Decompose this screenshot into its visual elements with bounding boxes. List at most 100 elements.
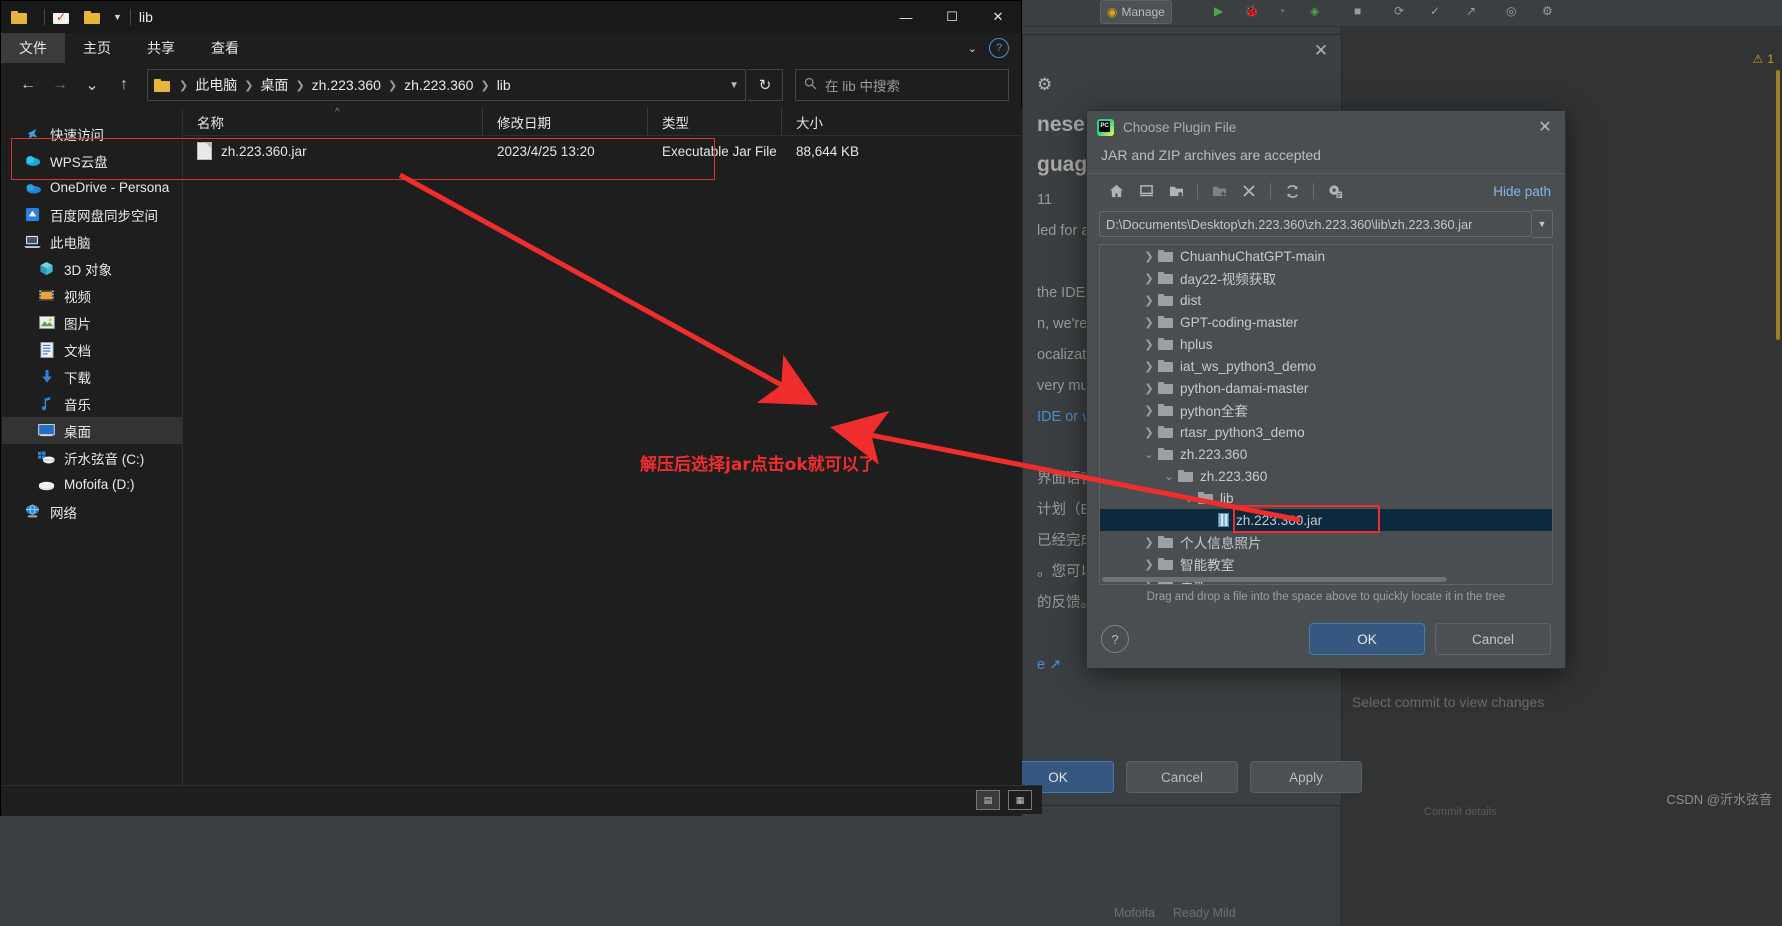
tree-row[interactable]: ❯ dist <box>1100 289 1552 311</box>
table-row[interactable]: zh.223.360.jar 2023/4/25 13:20 Executabl… <box>183 136 1022 166</box>
chevron-down-icon[interactable]: ⌄ <box>968 42 977 55</box>
debug-button[interactable]: 🐞 <box>1238 0 1265 22</box>
chevron-right-icon[interactable]: ❯ <box>1140 404 1158 417</box>
refresh-button[interactable]: ↻ <box>748 69 783 101</box>
chevron-right-icon[interactable]: ❯ <box>1140 360 1158 373</box>
settings-link2[interactable]: e ↗ <box>1037 657 1061 673</box>
tree-row[interactable]: ❯ rtasr_python3_demo <box>1100 421 1552 443</box>
chevron-right-icon[interactable]: ❯ <box>1140 558 1158 571</box>
git-commit-button[interactable]: ✓ <box>1424 0 1446 22</box>
chevron-right-icon[interactable]: ❯ <box>1140 426 1158 439</box>
tree-row[interactable]: ⌄ zh.223.360 <box>1100 443 1552 465</box>
breadcrumb[interactable]: ❯ 此电脑 ❯ 桌面 ❯ zh.223.360 ❯ zh.223.360 ❯ l… <box>147 69 746 101</box>
chevron-down-icon[interactable]: ⌄ <box>1180 492 1198 505</box>
sidebar-item-7[interactable]: 图片 <box>2 309 182 336</box>
tree-row[interactable]: ❯ ChuanhuChatGPT-main <box>1100 245 1552 267</box>
home-icon[interactable] <box>1101 178 1131 204</box>
sidebar-item-10[interactable]: 音乐 <box>2 390 182 417</box>
delete-icon[interactable] <box>1234 178 1264 204</box>
tree-row[interactable]: ❯ 个人信息照片 <box>1100 531 1552 553</box>
column-header-modified[interactable]: 修改日期 <box>483 108 648 135</box>
new-folder-icon[interactable] <box>1204 178 1234 204</box>
sidebar-item-13[interactable]: Mofoifa (D:) <box>2 471 182 498</box>
chevron-right-icon[interactable]: ❯ <box>1140 250 1158 263</box>
settings-cancel-button[interactable]: Cancel <box>1126 761 1238 793</box>
path-input[interactable]: D:\Documents\Desktop\zh.223.360\zh.223.3… <box>1099 211 1532 237</box>
maximize-button[interactable]: ☐ <box>929 1 975 33</box>
file-list-pane[interactable]: 名称 修改日期 类型 大小 ^ zh.223.360.jar 2023/4/25… <box>183 107 1022 816</box>
tab-home[interactable]: 主页 <box>65 33 129 63</box>
refresh-icon[interactable] <box>1277 178 1307 204</box>
chevron-right-icon[interactable]: ❯ <box>1140 382 1158 395</box>
tree-row[interactable]: ❯ 智能教室 <box>1100 553 1552 575</box>
large-icons-view-icon[interactable]: ▦ <box>1008 790 1032 810</box>
column-header-name[interactable]: 名称 <box>183 108 483 135</box>
chevron-right-icon[interactable]: ❯ <box>1140 536 1158 549</box>
sidebar-item-9[interactable]: 下载 <box>2 363 182 390</box>
tree-horizontal-scrollbar[interactable] <box>1100 575 1552 584</box>
chevron-down-icon[interactable]: ⌄ <box>1140 448 1158 461</box>
chevron-right-icon[interactable]: ❯ <box>1140 294 1158 307</box>
git-update-button[interactable]: ⟳ <box>1388 0 1410 22</box>
tab-view[interactable]: 查看 <box>193 33 257 63</box>
tree-row[interactable]: ⌄ lib <box>1100 487 1552 509</box>
close-button[interactable]: ✕ <box>975 1 1021 33</box>
sidebar-item-6[interactable]: 视频 <box>2 282 182 309</box>
details-view-icon[interactable]: ▤ <box>976 790 1000 810</box>
scrollbar-thumb[interactable] <box>1102 577 1447 582</box>
manage-button[interactable]: ◉ Manage <box>1100 0 1172 24</box>
hide-path-link[interactable]: Hide path <box>1493 184 1551 199</box>
breadcrumb-item[interactable]: zh.223.360 <box>312 77 381 93</box>
column-header-type[interactable]: 类型 <box>648 108 782 135</box>
tree-row-selected[interactable]: zh.223.360.jar <box>1100 509 1552 531</box>
coverage-button[interactable]: ◔ <box>1272 0 1291 22</box>
column-header-size[interactable]: 大小 <box>782 108 874 135</box>
sidebar-item-8[interactable]: 文档 <box>2 336 182 363</box>
back-icon[interactable]: ← <box>13 70 43 100</box>
navigation-pane[interactable]: 快速访问 WPS云盘 OneDrive - Persona 百度网盘同步空间 此电脑 3D… <box>2 108 183 816</box>
tree-row[interactable]: ❯ GPT-coding-master <box>1100 311 1552 333</box>
tree-row[interactable]: ⌄ zh.223.360 <box>1100 465 1552 487</box>
search-input[interactable]: 在 lib 中搜索 <box>795 69 1009 101</box>
sidebar-item-1[interactable]: WPS云盘 <box>2 147 182 174</box>
search-everywhere-button[interactable]: ◎ <box>1500 0 1522 22</box>
file-tree[interactable]: ❯ ChuanhuChatGPT-main ❯ day22-视频获取 ❯ dist ❯ GPT… <box>1099 244 1553 585</box>
settings-button[interactable]: ⚙ <box>1536 0 1559 22</box>
show-hidden-icon[interactable] <box>1320 178 1350 204</box>
chevron-right-icon[interactable]: ❯ <box>1140 316 1158 329</box>
gear-icon[interactable]: ⚙ <box>1037 75 1059 97</box>
help-button[interactable]: ? <box>1101 625 1129 653</box>
tree-row[interactable]: ❯ day22-视频获取 <box>1100 267 1552 289</box>
tree-row[interactable]: ❯ python全套 <box>1100 399 1552 421</box>
sidebar-item-0[interactable]: 快速访问 <box>2 120 182 147</box>
stop-button[interactable]: ■ <box>1348 0 1367 22</box>
folder-icon[interactable] <box>84 10 100 24</box>
breadcrumb-item[interactable]: zh.223.360 <box>404 77 473 93</box>
project-folder-icon[interactable] <box>1161 178 1191 204</box>
breadcrumb-item[interactable]: lib <box>497 77 511 93</box>
git-push-button[interactable]: ↗ <box>1460 0 1482 22</box>
sidebar-item-14[interactable]: 网络 <box>2 498 182 525</box>
chevron-right-icon[interactable]: ❯ <box>1140 272 1158 285</box>
folder-icon[interactable] <box>11 10 27 24</box>
settings-apply-button[interactable]: Apply <box>1250 761 1362 793</box>
tab-file[interactable]: 文件 <box>1 33 65 63</box>
minimize-button[interactable]: — <box>883 1 929 33</box>
chevron-down-icon[interactable]: ⌄ <box>1160 470 1178 483</box>
close-icon[interactable]: ✕ <box>1535 117 1555 137</box>
editor-scrollbar-marker[interactable] <box>1776 70 1780 340</box>
sidebar-item-5[interactable]: 3D 对象 <box>2 255 182 282</box>
breadcrumb-item[interactable]: 桌面 <box>260 75 288 95</box>
close-icon[interactable]: ✕ <box>1311 41 1331 61</box>
breadcrumb-item[interactable]: 此电脑 <box>195 75 237 95</box>
forward-icon[interactable]: → <box>45 70 75 100</box>
file-name-cell[interactable]: zh.223.360.jar <box>183 142 483 160</box>
chevron-down-icon[interactable]: ▼ <box>1532 210 1553 238</box>
tree-row[interactable]: ❯ python-damai-master <box>1100 377 1552 399</box>
dropdown-caret-icon[interactable]: ▼ <box>113 12 122 22</box>
checklist-icon[interactable] <box>53 10 69 24</box>
tab-share[interactable]: 共享 <box>129 33 193 63</box>
tree-row[interactable]: ❯ hplus <box>1100 333 1552 355</box>
sidebar-item-12[interactable]: 沂水弦音 (C:) <box>2 444 182 471</box>
run-button[interactable]: ▶ <box>1208 0 1229 22</box>
